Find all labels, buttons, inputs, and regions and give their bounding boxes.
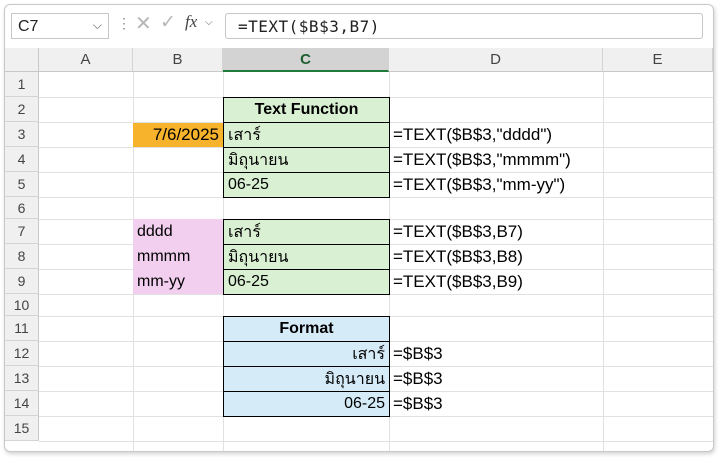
row-header-7[interactable]: 7 bbox=[5, 219, 39, 244]
row-header-5[interactable]: 5 bbox=[5, 172, 39, 197]
column-header-d[interactable]: D bbox=[389, 48, 603, 72]
formula-input[interactable]: =TEXT($B$3,B7) bbox=[225, 13, 703, 39]
name-box-value: C7 bbox=[18, 18, 39, 35]
row-header-2[interactable]: 2 bbox=[5, 97, 39, 122]
cell-d14[interactable]: =$B$3 bbox=[389, 391, 603, 416]
spreadsheet-window: C7 ⌵ ⋮ ✕ ✓ fx ⌵ =TEXT($B$3,B7) A B C D E… bbox=[4, 4, 714, 452]
cell-d13[interactable]: =$B$3 bbox=[389, 366, 603, 391]
cell-d7[interactable]: =TEXT($B$3,B7) bbox=[389, 219, 603, 244]
column-header-c[interactable]: C bbox=[223, 48, 389, 72]
cell-c5[interactable]: 06-25 bbox=[223, 172, 390, 198]
column-header-a[interactable]: A bbox=[39, 48, 133, 72]
row-header-11[interactable]: 11 bbox=[5, 316, 39, 341]
cell-c14[interactable]: 06-25 bbox=[223, 391, 390, 417]
gridline bbox=[39, 441, 713, 442]
row-header-15[interactable]: 15 bbox=[5, 416, 39, 441]
cell-d5[interactable]: =TEXT($B$3,"mm-yy") bbox=[389, 172, 603, 197]
name-box[interactable]: C7 ⌵ bbox=[11, 13, 109, 39]
row-header-8[interactable]: 8 bbox=[5, 244, 39, 269]
cell-d12[interactable]: =$B$3 bbox=[389, 341, 603, 366]
gridline bbox=[603, 72, 604, 451]
enter-check-icon[interactable]: ✓ bbox=[160, 11, 176, 34]
formula-text: =TEXT($B$3,B7) bbox=[238, 17, 380, 36]
cell-c4[interactable]: มิถุนายน bbox=[223, 147, 390, 173]
cell-c9[interactable]: 06-25 bbox=[223, 269, 390, 295]
function-dropdown-icon[interactable]: ⌵ bbox=[205, 17, 213, 28]
cell-c12[interactable]: เสาร์ bbox=[223, 341, 390, 367]
row-header-3[interactable]: 3 bbox=[5, 122, 39, 147]
cell-c13[interactable]: มิถุนายน bbox=[223, 366, 390, 392]
row-header-12[interactable]: 12 bbox=[5, 341, 39, 366]
row-header-9[interactable]: 9 bbox=[5, 269, 39, 294]
more-options-icon[interactable]: ⋮ bbox=[117, 15, 131, 32]
row-header-10[interactable]: 10 bbox=[5, 294, 39, 316]
cell-d8[interactable]: =TEXT($B$3,B8) bbox=[389, 244, 603, 269]
column-header-b[interactable]: B bbox=[133, 48, 223, 72]
cell-b9[interactable]: mm-yy bbox=[133, 269, 223, 294]
row-header-13[interactable]: 13 bbox=[5, 366, 39, 391]
column-header-e[interactable]: E bbox=[603, 48, 713, 72]
cell-d4[interactable]: =TEXT($B$3,"mmmm") bbox=[389, 147, 603, 172]
cell-c3[interactable]: เสาร์ bbox=[223, 122, 390, 148]
cell-b3[interactable]: 7/6/2025 bbox=[133, 123, 223, 147]
cell-b7[interactable]: dddd bbox=[133, 219, 223, 244]
cell-b8[interactable]: mmmm bbox=[133, 244, 223, 269]
cell-d3[interactable]: =TEXT($B$3,"dddd") bbox=[389, 122, 603, 147]
chevron-down-icon[interactable]: ⌵ bbox=[93, 18, 102, 33]
cell-c8[interactable]: มิถุนายน bbox=[223, 244, 390, 270]
row-header-1[interactable]: 1 bbox=[5, 72, 39, 97]
row-header-4[interactable]: 4 bbox=[5, 147, 39, 172]
select-all-corner[interactable] bbox=[5, 48, 39, 72]
row-header-14[interactable]: 14 bbox=[5, 391, 39, 416]
cell-c11[interactable]: Format bbox=[223, 316, 390, 342]
cell-c7[interactable]: เสาร์ bbox=[223, 219, 390, 245]
row-header-6[interactable]: 6 bbox=[5, 197, 39, 219]
cancel-icon[interactable]: ✕ bbox=[135, 11, 152, 36]
function-icon[interactable]: fx bbox=[185, 12, 197, 32]
cell-d9[interactable]: =TEXT($B$3,B9) bbox=[389, 269, 603, 294]
cell-c2[interactable]: Text Function bbox=[223, 97, 390, 123]
